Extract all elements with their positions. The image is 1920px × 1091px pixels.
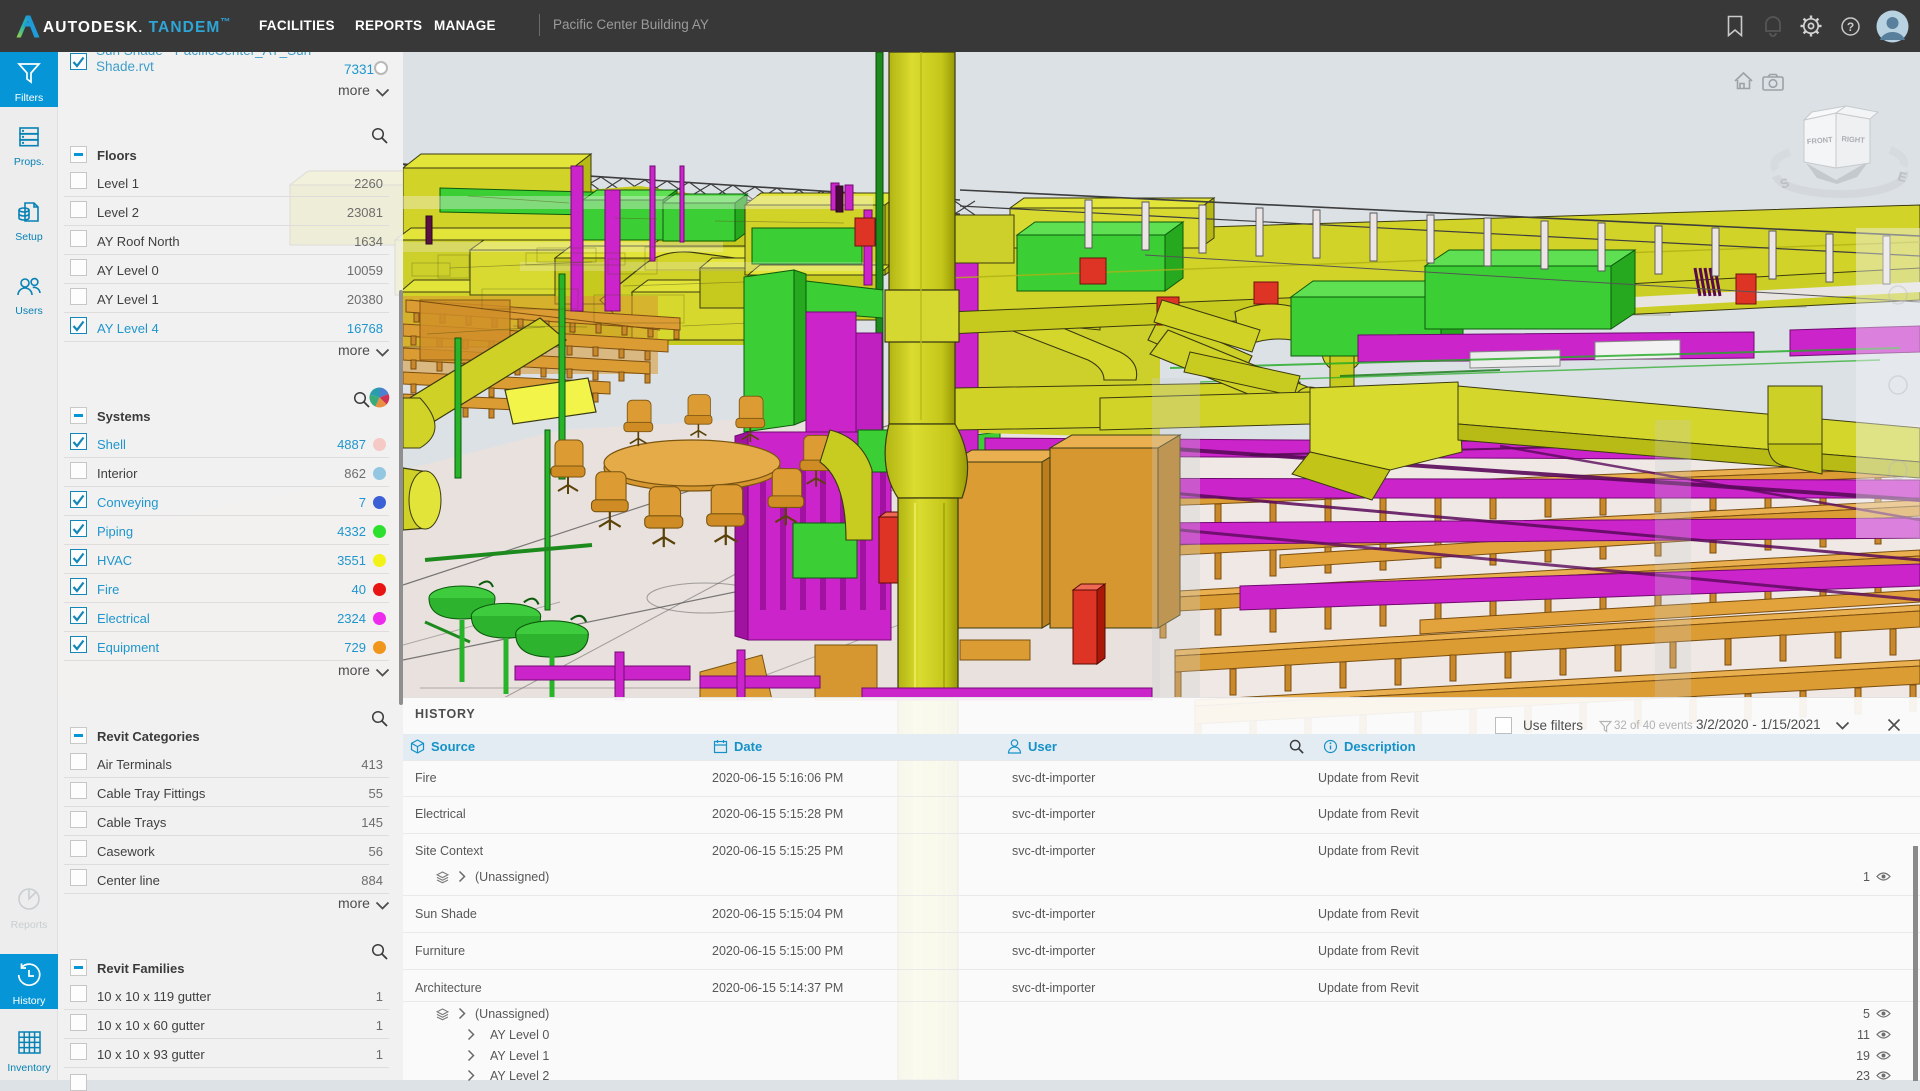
svg-text:?: ?	[1847, 20, 1854, 34]
svg-text:RIGHT: RIGHT	[1841, 134, 1865, 145]
